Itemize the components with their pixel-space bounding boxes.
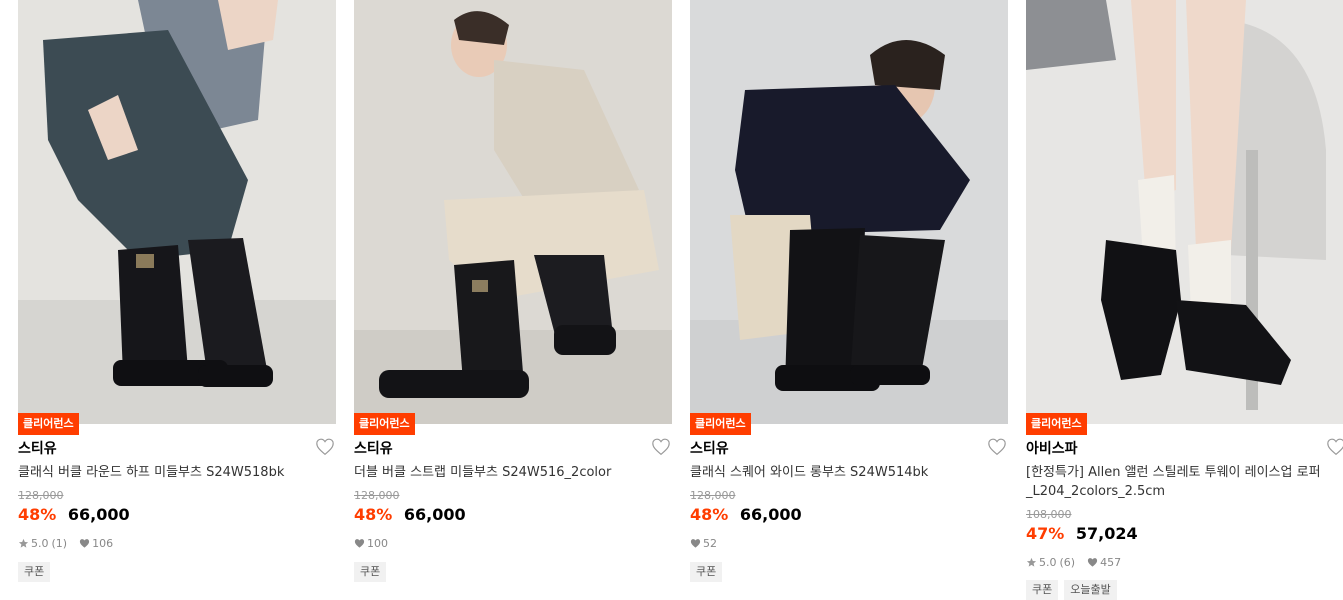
wishlist-heart-icon[interactable] <box>315 438 335 456</box>
rating-value: 5.0 <box>1039 556 1057 569</box>
product-name[interactable]: [한정특가] Allen 앨런 스틸레토 투웨이 레이스업 로퍼 _L204_2… <box>1026 463 1324 501</box>
original-price: 128,000 <box>354 489 400 502</box>
brand-name[interactable]: 스티유 <box>18 438 57 458</box>
price-row: 48% 66,000 <box>18 505 130 524</box>
product-card[interactable]: 클리어런스 스티유 클래식 버클 라운드 하프 미들부츠 S24W518bk 1… <box>18 0 336 596</box>
tag-list: 쿠폰 <box>354 562 387 582</box>
tag-list: 쿠폰 <box>690 562 723 582</box>
brand-name[interactable]: 아비스파 <box>1026 438 1078 458</box>
product-name[interactable]: 클래식 버클 라운드 하프 미들부츠 S24W518bk <box>18 463 316 482</box>
discount-rate: 48% <box>690 505 729 524</box>
discount-rate: 48% <box>354 505 393 524</box>
wishlist-heart-icon[interactable] <box>987 438 1007 456</box>
tag-list: 쿠폰 오늘출발 <box>1026 580 1117 600</box>
like-count: 106 <box>92 537 114 550</box>
product-card[interactable]: 클리어런스 아비스파 [한정특가] Allen 앨런 스틸레토 투웨이 레이스업… <box>1026 0 1343 600</box>
clearance-badge: 클리어런스 <box>354 413 415 435</box>
clearance-badge: 클리어런스 <box>1026 413 1087 435</box>
product-image[interactable] <box>354 0 672 424</box>
brand-name[interactable]: 스티유 <box>690 438 729 458</box>
coupon-tag: 쿠폰 <box>1026 580 1059 600</box>
sale-price: 66,000 <box>739 505 802 524</box>
clearance-badge: 클리어런스 <box>690 413 751 435</box>
today-shipping-tag: 오늘출발 <box>1064 580 1117 600</box>
product-grid: 클리어런스 스티유 클래식 버클 라운드 하프 미들부츠 S24W518bk 1… <box>0 0 1343 600</box>
like-heart-icon <box>354 539 365 548</box>
coupon-tag: 쿠폰 <box>690 562 723 582</box>
coupon-tag: 쿠폰 <box>18 562 51 582</box>
price-row: 47% 57,024 <box>1026 524 1138 543</box>
discount-rate: 48% <box>18 505 57 524</box>
like-heart-icon <box>690 539 701 548</box>
review-meta: 100 <box>354 537 388 550</box>
tag-list: 쿠폰 <box>18 562 51 582</box>
discount-rate: 47% <box>1026 524 1065 543</box>
clearance-badge: 클리어런스 <box>18 413 79 435</box>
review-meta: 5.0 (1) 106 <box>18 537 113 550</box>
sale-price: 66,000 <box>403 505 466 524</box>
product-name[interactable]: 더블 버클 스트랩 미들부츠 S24W516_2color <box>354 463 652 482</box>
product-image[interactable] <box>1026 0 1343 424</box>
review-count: (1) <box>51 537 68 550</box>
rating-value: 5.0 <box>31 537 49 550</box>
wishlist-heart-icon[interactable] <box>651 438 671 456</box>
star-icon <box>18 538 29 548</box>
product-image[interactable] <box>18 0 336 424</box>
product-card[interactable]: 클리어런스 스티유 더블 버클 스트랩 미들부츠 S24W516_2color … <box>354 0 672 596</box>
review-meta: 52 <box>690 537 717 550</box>
like-count: 52 <box>703 537 717 550</box>
price-row: 48% 66,000 <box>354 505 466 524</box>
review-meta: 5.0 (6) 457 <box>1026 556 1121 569</box>
sale-price: 57,024 <box>1075 524 1138 543</box>
wishlist-heart-icon[interactable] <box>1326 438 1343 456</box>
product-card[interactable]: 클리어런스 스티유 클래식 스퀘어 와이드 롱부츠 S24W514bk 128,… <box>690 0 1008 596</box>
review-count: (6) <box>1059 556 1076 569</box>
original-price: 128,000 <box>690 489 736 502</box>
original-price: 108,000 <box>1026 508 1072 521</box>
product-name[interactable]: 클래식 스퀘어 와이드 롱부츠 S24W514bk <box>690 463 988 482</box>
price-row: 48% 66,000 <box>690 505 802 524</box>
like-heart-icon <box>80 539 90 548</box>
sale-price: 66,000 <box>67 505 130 524</box>
brand-name[interactable]: 스티유 <box>354 438 393 458</box>
original-price: 128,000 <box>18 489 64 502</box>
like-count: 100 <box>367 537 388 550</box>
coupon-tag: 쿠폰 <box>354 562 387 582</box>
product-image[interactable] <box>690 0 1008 424</box>
star-icon <box>1026 557 1037 567</box>
like-heart-icon <box>1088 558 1098 567</box>
like-count: 457 <box>1100 556 1122 569</box>
